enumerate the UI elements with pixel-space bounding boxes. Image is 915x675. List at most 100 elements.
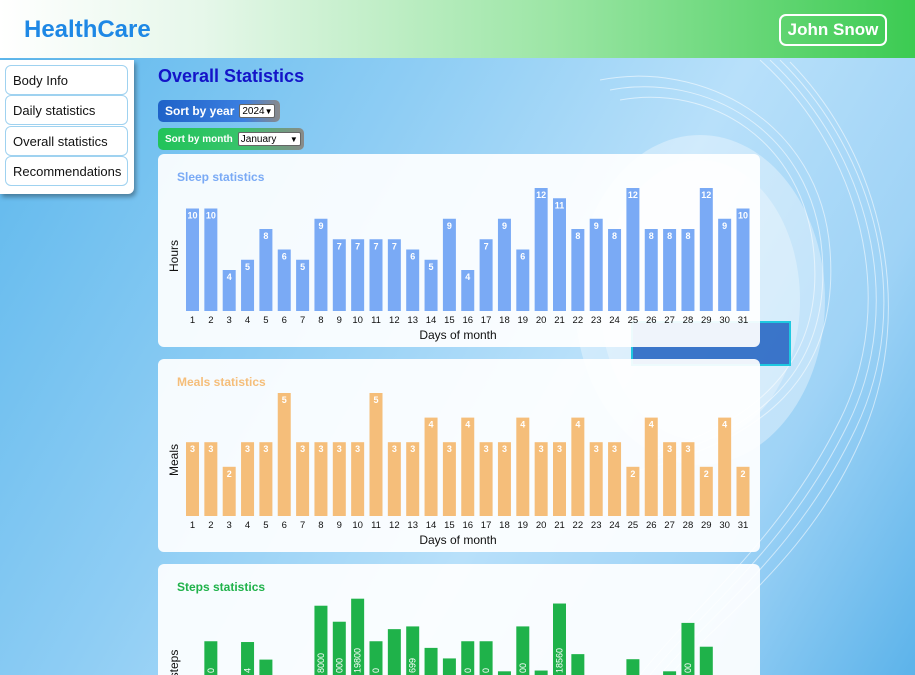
x-tick-label: 13	[407, 520, 418, 531]
x-tick-label: 25	[628, 315, 639, 326]
bar-value-label: 3	[263, 444, 268, 454]
x-tick-label: 23	[591, 315, 602, 326]
x-tick-label: 6	[282, 315, 287, 326]
sidebar-item-recommendations[interactable]: Recommendations	[5, 156, 128, 186]
chart-bar	[186, 208, 199, 311]
bar-value-label: 00	[683, 663, 693, 673]
bar-value-label: 4	[465, 272, 470, 282]
chart-bar	[644, 417, 658, 516]
bar-value-label: 6	[410, 252, 415, 262]
bar-value-label: 5	[245, 262, 250, 272]
chart-bar	[277, 393, 291, 516]
bar-value-label: 000	[334, 658, 344, 673]
x-tick-label: 20	[536, 520, 547, 531]
sidebar-item-daily-statistics[interactable]: Daily statistics	[5, 95, 128, 125]
year-select-value: 2024	[242, 105, 265, 117]
x-tick-label: 9	[337, 520, 342, 531]
chart-bar	[442, 658, 456, 675]
sidebar-item-overall-statistics[interactable]: Overall statistics	[5, 126, 128, 156]
chart-bar	[534, 670, 548, 675]
x-tick-label: 16	[462, 520, 473, 531]
bar-value-label: 5	[373, 395, 378, 405]
chart-bar	[553, 198, 566, 311]
chart-bar	[259, 659, 273, 675]
chart-bar	[699, 188, 713, 311]
x-tick-label: 7	[300, 520, 305, 531]
x-tick-label: 11	[371, 315, 381, 326]
bar-value-label: 3	[667, 444, 672, 454]
x-tick-label: 6	[282, 520, 287, 531]
x-tick-label: 2	[208, 315, 213, 326]
month-select[interactable]: January ▼	[237, 132, 301, 146]
chart-bar	[442, 218, 456, 311]
x-tick-label: 12	[389, 315, 400, 326]
bar-value-label: 3	[410, 444, 415, 454]
x-tick-label: 24	[609, 520, 620, 531]
bar-value-label: 10	[738, 211, 748, 221]
bar-value-label: 5	[282, 395, 287, 405]
bar-value-label: 7	[373, 241, 378, 251]
x-tick-label: 7	[300, 315, 305, 326]
y-axis-label: Hours	[167, 240, 181, 272]
bar-value-label: 00	[518, 663, 528, 673]
header-bar: HealthCare John Snow	[0, 0, 915, 58]
x-tick-label: 10	[352, 315, 363, 326]
bar-value-label: 10	[206, 211, 216, 221]
bar-value-label: 4	[649, 420, 654, 430]
bar-value-label: 3	[447, 444, 452, 454]
bar-value-label: 9	[447, 221, 452, 231]
chevron-down-icon: ▼	[264, 106, 273, 116]
bar-value-label: 3	[685, 444, 690, 454]
user-profile-button[interactable]: John Snow	[779, 14, 887, 46]
x-tick-label: 8	[318, 520, 323, 531]
x-tick-label: 27	[664, 520, 675, 531]
bar-value-label: 8000	[316, 653, 326, 673]
x-tick-label: 5	[263, 315, 268, 326]
bar-value-label: 3	[392, 444, 397, 454]
bar-value-label: 3	[337, 444, 342, 454]
chart-bar	[516, 417, 530, 516]
meals-chart-card: Meals statistics 3 1 3 2 2 3 3 4 3 5 5 6 3 7 3 8 3 9 3 10 5 1…	[158, 359, 760, 552]
x-tick-label: 30	[719, 315, 730, 326]
sidebar-item-body-info[interactable]: Body Info	[5, 65, 128, 95]
bar-value-label: 2	[630, 469, 635, 479]
bar-value-label: 12	[536, 190, 546, 200]
bar-value-label: 11	[555, 200, 565, 210]
x-tick-label: 3	[227, 315, 232, 326]
x-tick-label: 1	[190, 520, 195, 531]
x-tick-label: 4	[245, 520, 250, 531]
x-tick-label: 21	[554, 315, 565, 326]
x-tick-label: 13	[407, 315, 418, 326]
bar-value-label: 5	[429, 262, 434, 272]
chart-bar	[626, 659, 640, 675]
y-axis-label: Meals	[167, 444, 181, 476]
brand-logo[interactable]: HealthCare	[24, 16, 151, 44]
year-select[interactable]: 2024 ▼	[239, 104, 276, 118]
steps-chart: 0 4 8000 000 19800 0 699 0 0 00 18560 00steps	[167, 598, 713, 675]
bar-value-label: 10	[187, 211, 197, 221]
chart-bar	[663, 229, 677, 311]
bar-value-label: 6	[282, 252, 287, 262]
bar-value-label: 8	[685, 231, 690, 241]
bar-value-label: 7	[337, 241, 342, 251]
bar-value-label: 0	[481, 668, 491, 673]
chevron-down-icon: ▼	[289, 134, 298, 144]
x-axis-label: Days of month	[419, 533, 496, 547]
bar-value-label: 6	[520, 252, 525, 262]
x-tick-label: 17	[481, 520, 492, 531]
bar-value-label: 9	[722, 221, 727, 231]
bar-value-label: 3	[355, 444, 360, 454]
x-tick-label: 30	[719, 520, 730, 531]
x-tick-label: 10	[352, 520, 363, 531]
chart-bar	[204, 208, 218, 311]
x-tick-label: 14	[426, 315, 437, 326]
meals-chart: 3132233435563738393105113123134143154163…	[167, 393, 750, 547]
chart-bar	[736, 208, 750, 311]
bar-value-label: 8	[667, 231, 672, 241]
x-tick-label: 22	[573, 520, 584, 531]
bar-value-label: 9	[594, 221, 599, 231]
x-tick-label: 21	[554, 520, 565, 531]
x-tick-label: 8	[318, 315, 323, 326]
month-filter: Sort by month January ▼	[158, 128, 304, 150]
x-tick-label: 26	[646, 520, 657, 531]
